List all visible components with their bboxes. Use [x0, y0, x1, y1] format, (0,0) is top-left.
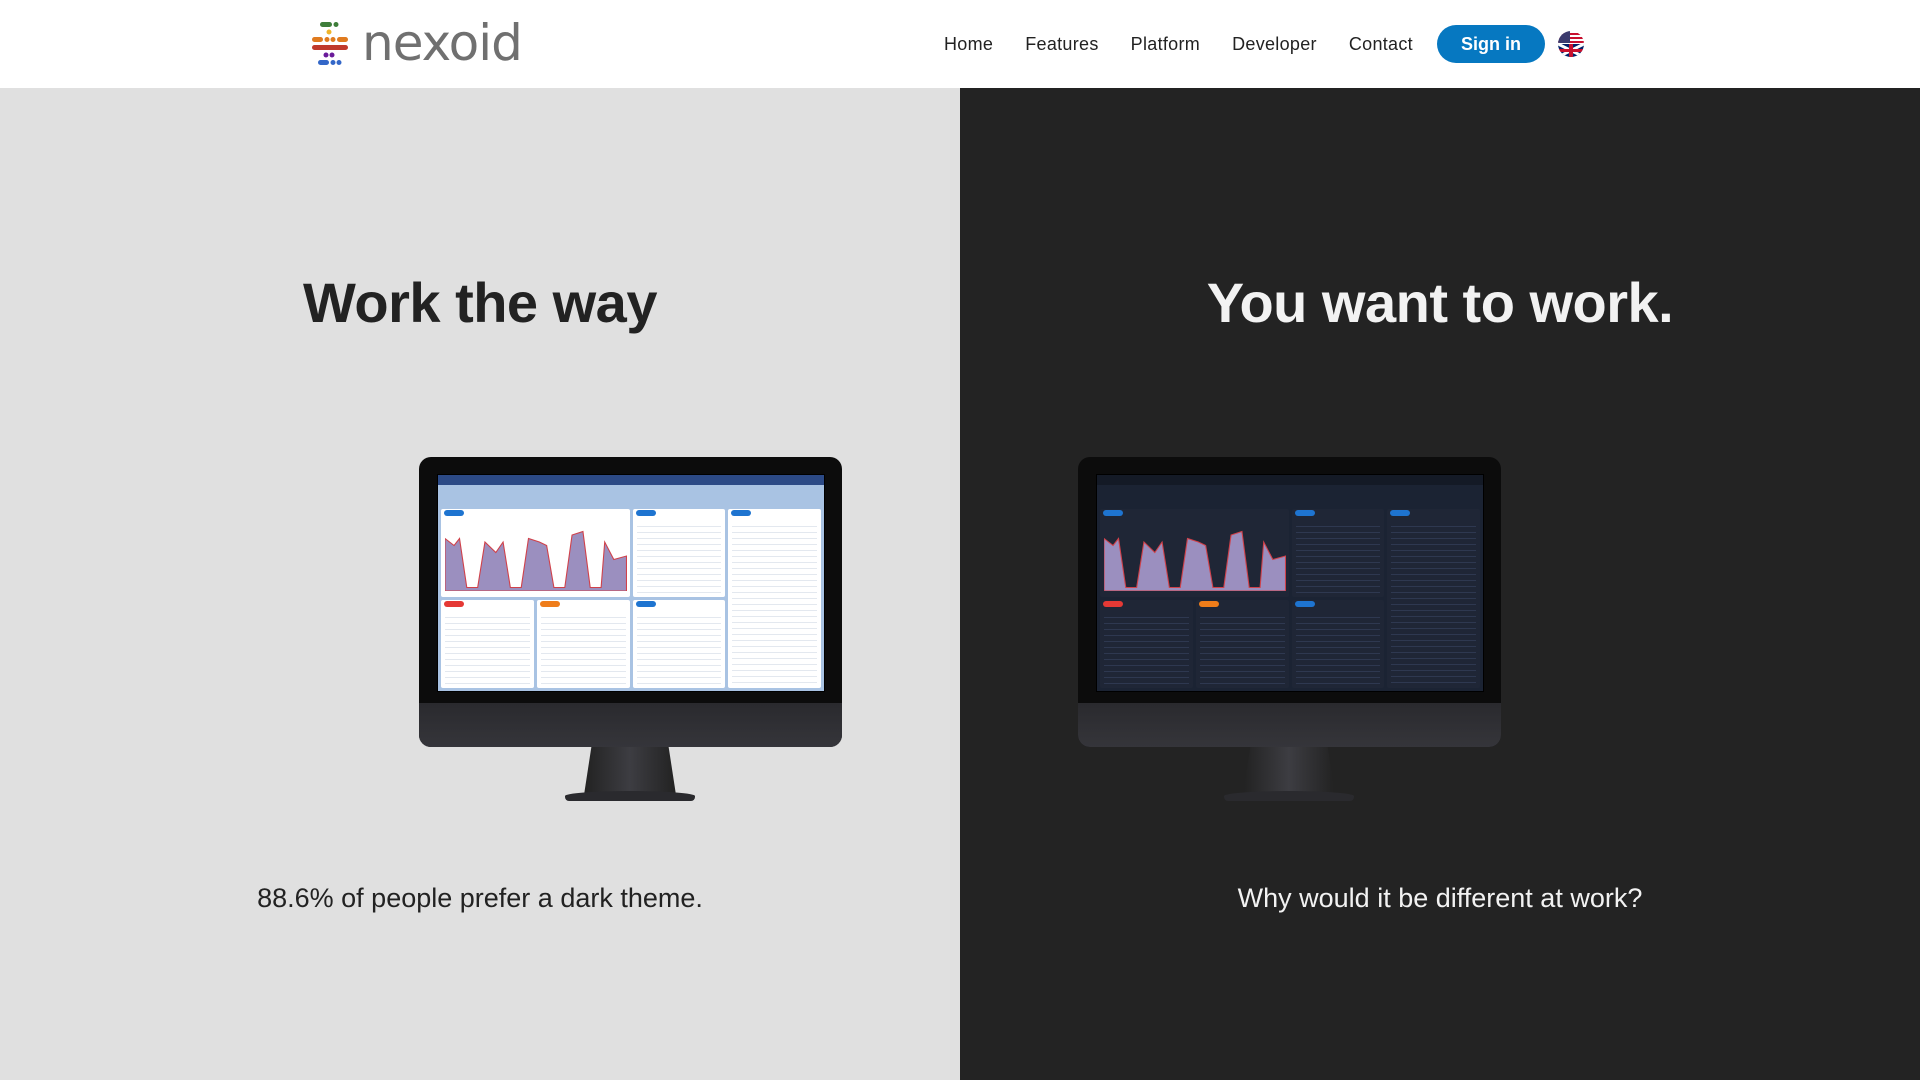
logo-text: nexoid	[362, 14, 523, 72]
light-theme-panel: Work the way 88.6% of people prefer a da…	[0, 88, 960, 1080]
uk-flag-icon[interactable]	[1557, 31, 1584, 57]
light-monitor-image	[419, 457, 842, 807]
nav-home[interactable]: Home	[944, 34, 993, 55]
nav-platform[interactable]: Platform	[1131, 34, 1200, 55]
main-nav: Home Features Platform Developer Contact…	[944, 25, 1584, 63]
nav-contact[interactable]: Contact	[1349, 34, 1413, 55]
site-header: nexoid Home Features Platform Developer …	[0, 0, 1920, 88]
nav-developer[interactable]: Developer	[1232, 34, 1317, 55]
left-headline: Work the way	[303, 271, 657, 334]
nav-features[interactable]: Features	[1025, 34, 1098, 55]
right-headline: You want to work.	[1206, 271, 1674, 334]
dark-theme-panel: You want to work. Why would it be differ…	[960, 88, 1920, 1080]
nexoid-logo-icon	[312, 22, 348, 65]
left-caption: 88.6% of people prefer a dark theme.	[257, 883, 703, 913]
right-caption: Why would it be different at work?	[1237, 883, 1643, 913]
nexoid-logo[interactable]: nexoid	[312, 14, 523, 72]
dark-monitor-image	[1078, 457, 1501, 807]
sign-in-button[interactable]: Sign in	[1436, 25, 1545, 63]
